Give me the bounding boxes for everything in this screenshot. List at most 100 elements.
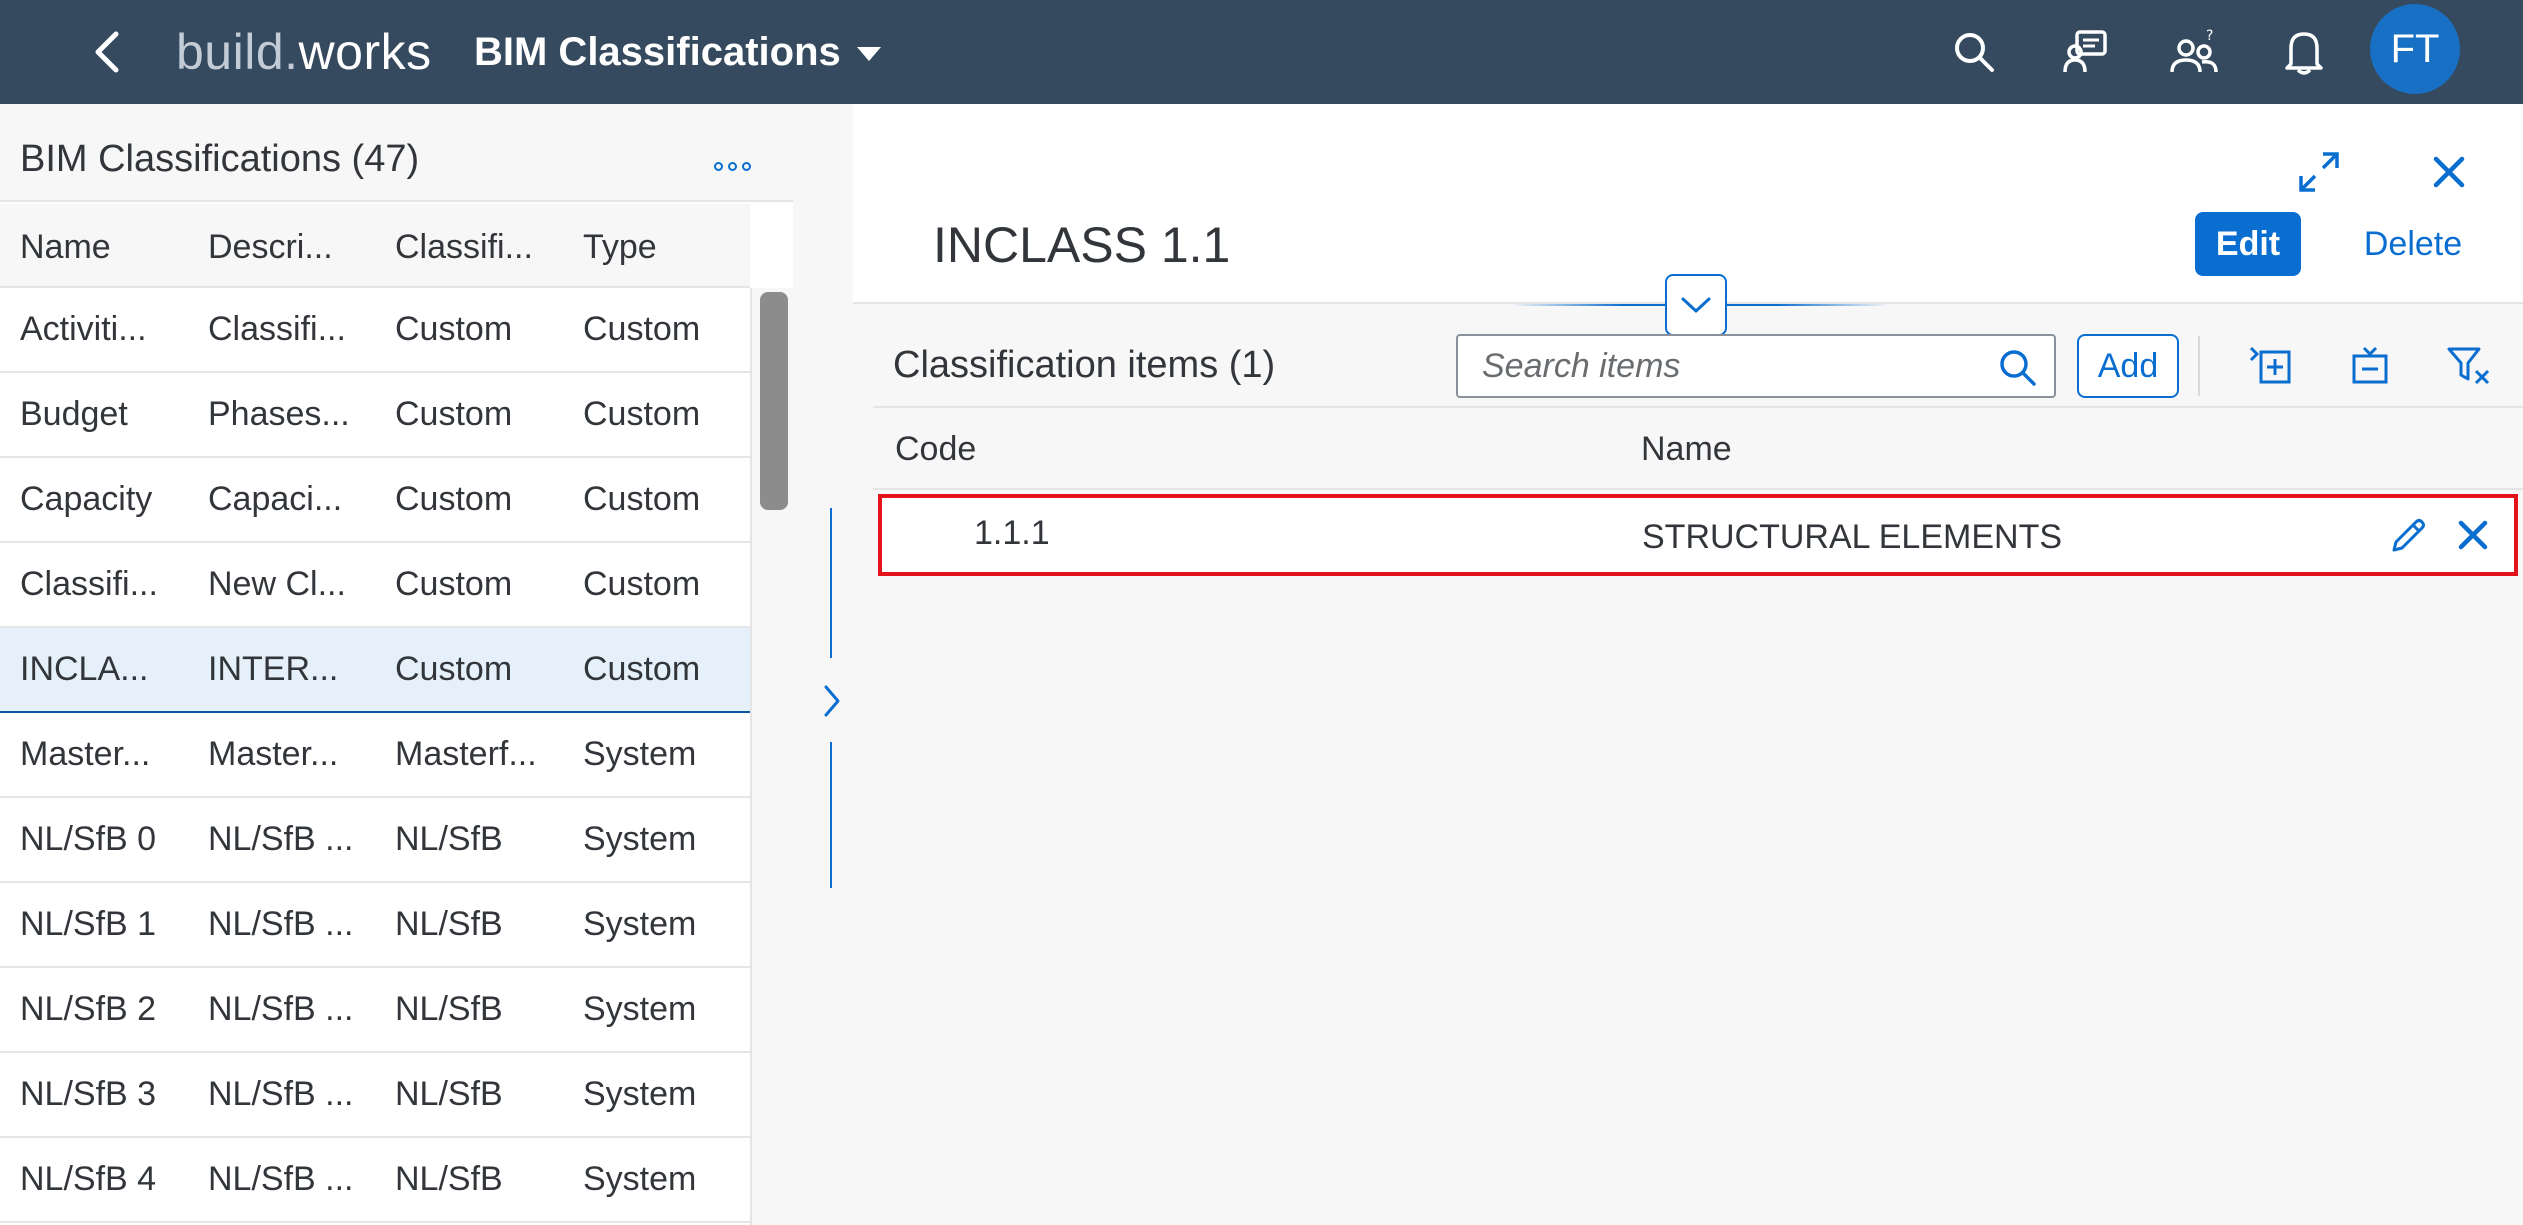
- row-name: INCLA...: [20, 650, 149, 688]
- app-logo[interactable]: build.works: [176, 22, 432, 82]
- column-code[interactable]: Code: [895, 430, 976, 469]
- table-row[interactable]: 1.1.1 STRUCTURAL ELEMENTS: [878, 494, 2518, 576]
- user-avatar[interactable]: FT: [2370, 4, 2460, 94]
- items-title: Classification items (1): [893, 344, 1276, 386]
- row-type: Custom: [583, 565, 701, 603]
- row-name: Classifi...: [20, 565, 158, 603]
- add-item-button[interactable]: Add: [2077, 334, 2179, 398]
- column-name[interactable]: Name: [20, 228, 180, 267]
- back-button[interactable]: [82, 24, 132, 80]
- shell-search-button[interactable]: [1944, 22, 2004, 82]
- feedback-button[interactable]: [2055, 22, 2115, 82]
- notifications-button[interactable]: [2274, 22, 2334, 82]
- collapse-all-button[interactable]: [2338, 336, 2402, 396]
- overflow-icon: [713, 161, 723, 171]
- row-description: Phases...: [208, 395, 350, 433]
- item-code: 1.1.1: [974, 514, 1050, 552]
- search-input[interactable]: [1480, 344, 1980, 388]
- row-name: NL/SfB 1: [20, 905, 157, 943]
- expand-all-button[interactable]: [2239, 336, 2303, 396]
- toolbar-separator: [2198, 336, 2200, 396]
- edit-item-button[interactable]: [2380, 506, 2438, 564]
- logo-suffix: works: [298, 24, 432, 80]
- delete-item-button[interactable]: [2444, 506, 2502, 564]
- row-type: Custom: [583, 310, 701, 348]
- row-description: New Cl...: [208, 565, 346, 603]
- row-classification: Custom: [395, 395, 513, 433]
- row-description: NL/SfB ...: [208, 905, 354, 943]
- row-type: Custom: [583, 395, 701, 433]
- row-type: System: [583, 735, 697, 773]
- pencil-icon: [2392, 519, 2425, 552]
- overflow-menu-button[interactable]: [700, 144, 764, 188]
- clear-filter-button[interactable]: [2437, 336, 2501, 396]
- splitter-bar[interactable]: [830, 508, 832, 658]
- caret-down-icon: [856, 47, 881, 61]
- row-type: Custom: [583, 650, 701, 688]
- row-description: NL/SfB ...: [208, 1075, 354, 1113]
- column-type[interactable]: Type: [583, 228, 743, 267]
- column-item-name[interactable]: Name: [1641, 430, 1732, 469]
- list-header: BIM Classifications (47): [0, 104, 793, 202]
- row-type: System: [583, 1075, 697, 1113]
- row-type: System: [583, 990, 697, 1028]
- close-detail-button[interactable]: [2417, 140, 2481, 204]
- logo-prefix: build.: [176, 24, 299, 80]
- list-scrollbar[interactable]: [750, 288, 793, 1225]
- row-type: System: [583, 1160, 697, 1198]
- search-icon: [2000, 350, 2036, 386]
- row-classification: Custom: [395, 650, 513, 688]
- table-row[interactable]: Master... Master... Masterf... System: [0, 713, 750, 798]
- shell-bar: build.works BIM Classifications ? FT: [0, 0, 2523, 104]
- row-name: NL/SfB 0: [20, 820, 157, 858]
- search-submit-button[interactable]: [1994, 344, 2042, 392]
- splitter-toggle-button[interactable]: [812, 676, 852, 726]
- table-row[interactable]: NL/SfB 3 NL/SfB ... NL/SfB System: [0, 1053, 750, 1138]
- column-classification[interactable]: Classifi...: [395, 228, 555, 267]
- back-icon: [95, 31, 119, 73]
- row-classification: NL/SfB: [395, 1160, 503, 1198]
- fullscreen-icon: [2299, 152, 2339, 192]
- table-row[interactable]: NL/SfB 4 NL/SfB ... NL/SfB System: [0, 1138, 750, 1223]
- table-row[interactable]: Budget Phases... Custom Custom: [0, 373, 750, 458]
- delete-button[interactable]: Delete: [2333, 212, 2493, 276]
- list-column-header: Name Descri... Classifi... Type: [0, 204, 750, 288]
- edit-button[interactable]: Edit: [2195, 212, 2301, 276]
- column-description[interactable]: Descri...: [208, 228, 368, 267]
- table-row[interactable]: NL/SfB 0 NL/SfB ... NL/SfB System: [0, 798, 750, 883]
- item-name: STRUCTURAL ELEMENTS: [1642, 518, 2063, 556]
- row-classification: NL/SfB: [395, 820, 503, 858]
- overflow-icon: [741, 161, 751, 171]
- close-icon: [2458, 520, 2488, 550]
- row-description: Classifi...: [208, 310, 346, 348]
- splitter-bar[interactable]: [830, 742, 832, 888]
- row-type: System: [583, 820, 697, 858]
- row-classification: NL/SfB: [395, 990, 503, 1028]
- row-name: Capacity: [20, 480, 153, 518]
- row-description: NL/SfB ...: [208, 820, 354, 858]
- row-classification: Custom: [395, 310, 513, 348]
- row-name: Activiti...: [20, 310, 147, 348]
- app-title-menu[interactable]: BIM Classifications: [474, 22, 881, 82]
- table-row[interactable]: Capacity Capaci... Custom Custom: [0, 458, 750, 543]
- row-classification: NL/SfB: [395, 905, 503, 943]
- table-row[interactable]: Activiti... Classifi... Custom Custom: [0, 288, 750, 373]
- scrollbar-thumb[interactable]: [760, 292, 788, 510]
- items-toolbar: Classification items (1) Add: [873, 326, 2523, 404]
- svg-text:?: ?: [2206, 28, 2213, 44]
- table-row[interactable]: NL/SfB 1 NL/SfB ... NL/SfB System: [0, 883, 750, 968]
- feedback-icon: [2063, 30, 2107, 73]
- row-type: Custom: [583, 480, 701, 518]
- row-description: Master...: [208, 735, 339, 773]
- row-classification: Custom: [395, 565, 513, 603]
- collapse-all-icon: [2352, 346, 2388, 384]
- table-row[interactable]: NL/SfB 2 NL/SfB ... NL/SfB System: [0, 968, 750, 1053]
- row-description: Capaci...: [208, 480, 343, 518]
- bell-icon: [2285, 32, 2323, 75]
- table-row-selected[interactable]: INCLA... INTER... Custom Custom: [0, 628, 750, 713]
- fullscreen-button[interactable]: [2287, 140, 2351, 204]
- row-name: Budget: [20, 395, 128, 433]
- table-row[interactable]: Classifi... New Cl... Custom Custom: [0, 543, 750, 628]
- user-help-button[interactable]: ?: [2165, 22, 2225, 82]
- clear-filter-icon: [2447, 347, 2490, 385]
